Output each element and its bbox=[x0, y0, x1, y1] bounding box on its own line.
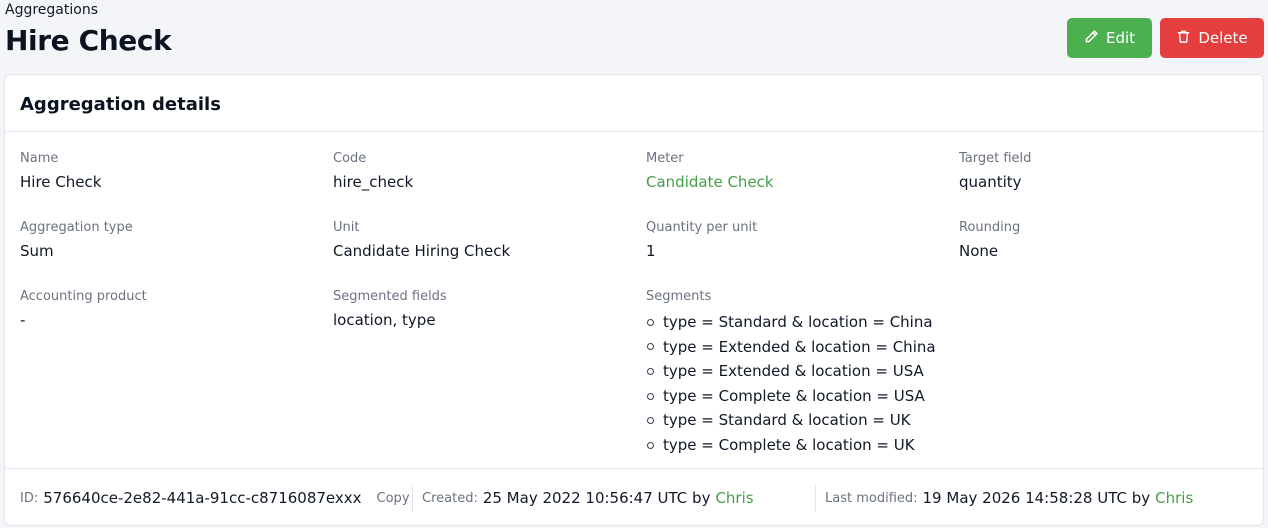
aggregation-type-label: Aggregation type bbox=[20, 220, 133, 235]
segments-field: Segments type = Standard & location = Ch… bbox=[646, 289, 946, 458]
id-label: ID: bbox=[20, 490, 39, 506]
list-item: type = Extended & location = USA bbox=[646, 359, 946, 384]
modified-label: Last modified: bbox=[825, 490, 918, 506]
accounting-product-label: Accounting product bbox=[20, 289, 147, 304]
circle-bullet-icon bbox=[647, 417, 654, 425]
modified-by-link[interactable]: Chris bbox=[1155, 489, 1193, 507]
segment-text: type = Extended & location = China bbox=[663, 337, 936, 356]
meter-label: Meter bbox=[646, 151, 684, 166]
modified-section: Last modified: 19 May 2026 14:58:28 UTC … bbox=[825, 469, 1193, 527]
segment-text: type = Standard & location = UK bbox=[663, 411, 911, 430]
list-item: type = Extended & location = China bbox=[646, 335, 946, 360]
breadcrumb[interactable]: Aggregations bbox=[5, 2, 98, 18]
card-footer: ID: 576640ce-2e82-441a-91cc-c8716087exxx… bbox=[5, 468, 1263, 527]
segment-text: type = Standard & location = China bbox=[663, 313, 933, 331]
divider bbox=[412, 485, 413, 512]
segments-list: type = Standard & location = China type … bbox=[646, 310, 946, 458]
delete-button[interactable]: Delete bbox=[1160, 18, 1264, 58]
meter-field: Meter Candidate Check bbox=[646, 151, 946, 192]
quantity-per-unit-field: Quantity per unit 1 bbox=[646, 220, 946, 261]
target-field-label: Target field bbox=[959, 151, 1032, 166]
meter-link[interactable]: Candidate Check bbox=[646, 173, 946, 192]
page-header: Aggregations Hire Check Edit Delete bbox=[5, 0, 1264, 74]
delete-button-label: Delete bbox=[1198, 29, 1248, 47]
unit-field: Unit Candidate Hiring Check bbox=[333, 220, 633, 261]
aggregation-type-value: Sum bbox=[20, 242, 54, 260]
target-field-value: quantity bbox=[959, 173, 1022, 191]
divider bbox=[815, 485, 816, 512]
edit-button-label: Edit bbox=[1105, 29, 1136, 47]
accounting-product-value: - bbox=[20, 311, 26, 329]
rounding-label: Rounding bbox=[959, 220, 1021, 235]
accounting-product-field: Accounting product - bbox=[20, 289, 320, 330]
rounding-value: None bbox=[959, 242, 999, 260]
rounding-field: Rounding None bbox=[959, 220, 1259, 261]
segmented-fields-value: location, type bbox=[333, 311, 436, 329]
quantity-per-unit-label: Quantity per unit bbox=[646, 220, 758, 235]
name-field: Name Hire Check bbox=[20, 151, 320, 192]
list-item: type = Complete & location = USA bbox=[646, 384, 946, 409]
quantity-per-unit-value: 1 bbox=[646, 242, 656, 260]
edit-button[interactable]: Edit bbox=[1067, 18, 1152, 58]
circle-bullet-icon bbox=[647, 318, 654, 326]
code-value: hire_check bbox=[333, 173, 414, 191]
name-label: Name bbox=[20, 151, 59, 166]
created-value: 25 May 2022 10:56:47 UTC by bbox=[482, 489, 711, 507]
copy-button[interactable]: Copy bbox=[377, 491, 410, 506]
card-header: Aggregation details bbox=[5, 75, 1263, 132]
trash-icon bbox=[1176, 29, 1191, 48]
modified-value: 19 May 2026 14:58:28 UTC by bbox=[922, 489, 1151, 507]
circle-bullet-icon bbox=[647, 367, 654, 375]
list-item: type = Standard & location = UK bbox=[646, 408, 946, 433]
code-label: Code bbox=[333, 151, 367, 166]
circle-bullet-icon bbox=[647, 392, 654, 400]
circle-bullet-icon bbox=[647, 343, 654, 351]
code-field: Code hire_check bbox=[333, 151, 633, 192]
created-section: Created: 25 May 2022 10:56:47 UTC by Chr… bbox=[422, 469, 754, 527]
pencil-icon bbox=[1084, 29, 1099, 48]
segmented-fields-label: Segmented fields bbox=[333, 289, 447, 304]
segments-label: Segments bbox=[646, 289, 712, 304]
card-title: Aggregation details bbox=[20, 94, 221, 115]
list-item: type = Standard & location = China bbox=[646, 310, 946, 335]
aggregation-details-card: Aggregation details Name Hire Check Code… bbox=[4, 74, 1264, 526]
page-title: Hire Check bbox=[5, 24, 172, 57]
id-value: 576640ce-2e82-441a-91cc-c8716087exxx bbox=[43, 489, 362, 507]
circle-bullet-icon bbox=[647, 441, 654, 449]
created-label: Created: bbox=[422, 490, 478, 506]
segment-text: type = Complete & location = USA bbox=[663, 386, 925, 405]
list-item: type = Complete & location = UK bbox=[646, 433, 946, 458]
segment-text: type = Complete & location = UK bbox=[663, 435, 915, 454]
aggregation-type-field: Aggregation type Sum bbox=[20, 220, 320, 261]
name-value: Hire Check bbox=[20, 173, 102, 191]
id-section: ID: 576640ce-2e82-441a-91cc-c8716087exxx… bbox=[20, 469, 410, 527]
header-actions: Edit Delete bbox=[1067, 18, 1264, 58]
unit-label: Unit bbox=[333, 220, 360, 235]
segmented-fields-field: Segmented fields location, type bbox=[333, 289, 633, 330]
unit-value: Candidate Hiring Check bbox=[333, 242, 511, 260]
target-field-field: Target field quantity bbox=[959, 151, 1259, 192]
created-by-link[interactable]: Chris bbox=[715, 489, 753, 507]
segment-text: type = Extended & location = USA bbox=[663, 362, 924, 381]
